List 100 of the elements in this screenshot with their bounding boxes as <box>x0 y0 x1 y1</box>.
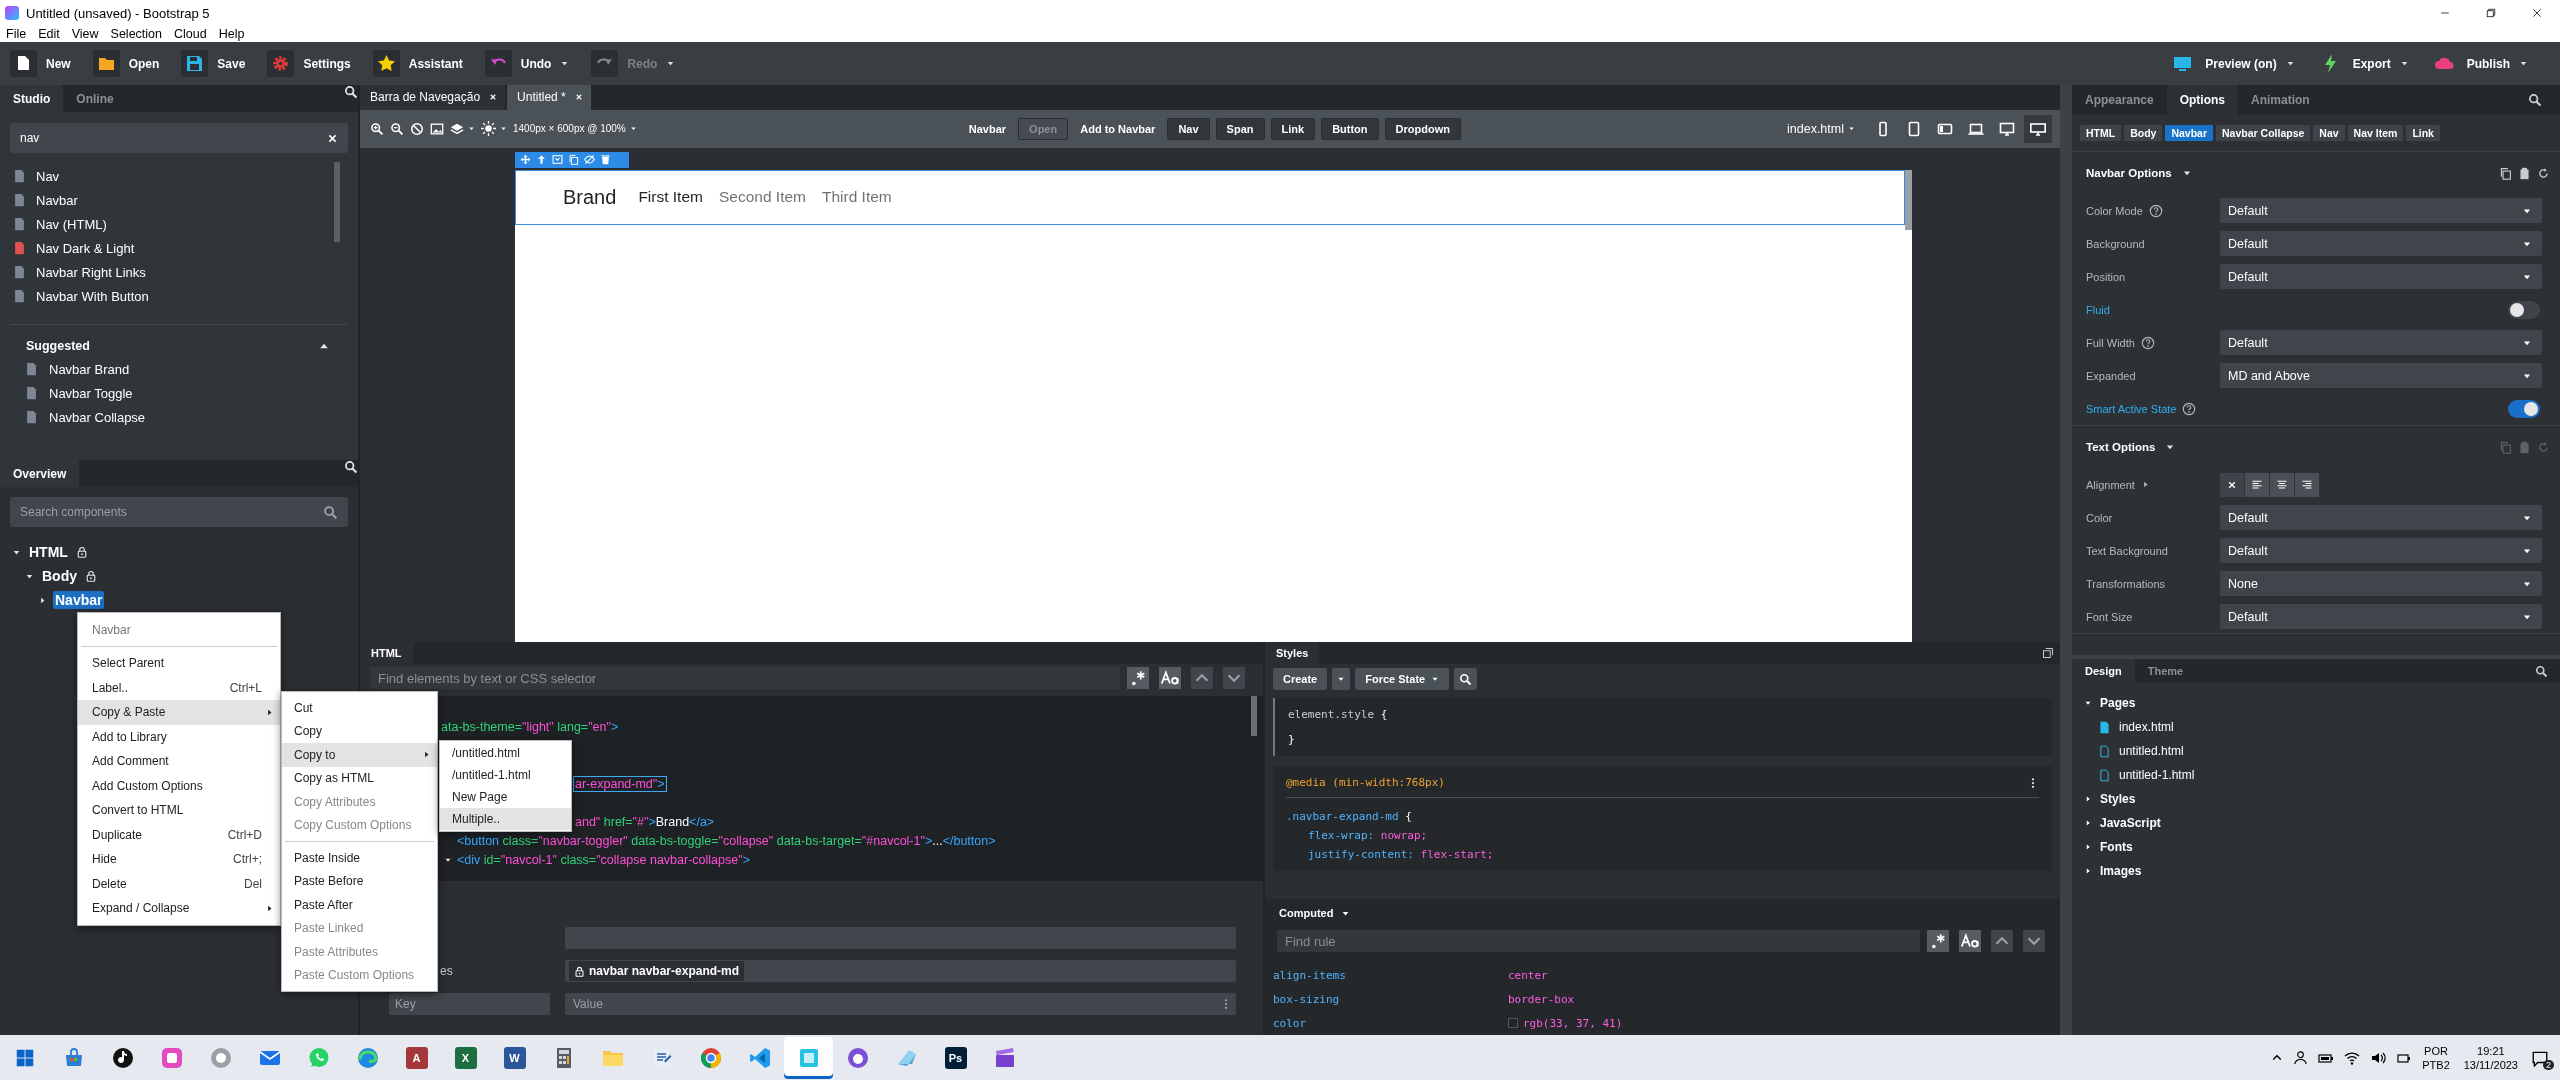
nav-link[interactable]: Second Item <box>710 188 814 207</box>
breadcrumb-item[interactable]: Link <box>2406 125 2440 141</box>
create-button[interactable]: Create <box>1273 668 1328 690</box>
panel-tab[interactable]: HTML <box>360 642 413 664</box>
component-item[interactable]: Navbar Brand <box>49 361 130 377</box>
collapse-arrow-icon[interactable] <box>38 595 47 605</box>
align-right-button[interactable] <box>2295 472 2319 497</box>
hidden-eye-icon[interactable] <box>584 154 595 166</box>
add-component-button[interactable]: Button <box>1321 117 1379 140</box>
next-icon[interactable] <box>2020 930 2048 952</box>
export-button[interactable]: Export <box>2316 48 2409 79</box>
select-field[interactable]: Default <box>2220 538 2542 563</box>
menu-item[interactable]: Copy as HTML <box>282 766 437 790</box>
expand-arrow-icon[interactable] <box>2165 442 2176 452</box>
menu-item[interactable]: Add Custom Options <box>78 773 280 798</box>
add-component-button[interactable]: Span <box>1215 117 1265 140</box>
value-field[interactable]: Value <box>565 993 1236 1015</box>
close-icon[interactable] <box>2531 7 2543 19</box>
breadcrumb-item[interactable]: HTML <box>2080 125 2122 141</box>
code-line[interactable]: <div id="navcol-1" class="collapse navbar-collapse"> <box>456 852 751 867</box>
menu-item[interactable]: View <box>71 27 99 41</box>
popout-icon[interactable] <box>2042 647 2054 659</box>
add-component-button[interactable]: Link <box>1270 117 1316 140</box>
menu-item[interactable]: Convert to HTML <box>78 798 280 823</box>
page-dropdown[interactable]: index.html <box>1787 121 1855 136</box>
menu-item[interactable]: Edit <box>38 27 60 41</box>
previous-icon[interactable] <box>1988 930 2016 952</box>
clear-button[interactable] <box>2220 472 2244 497</box>
collapse-arrow-icon[interactable] <box>2084 843 2092 851</box>
menu-item[interactable]: Copy to <box>282 743 437 767</box>
menu-item[interactable]: Select Parent <box>78 651 280 676</box>
menu-item[interactable]: Delete Del <box>78 871 280 896</box>
component-item[interactable]: Nav Dark & Light <box>36 240 135 256</box>
restore-icon[interactable] <box>2485 7 2497 19</box>
match-case-icon[interactable] <box>1956 930 1984 952</box>
next-icon[interactable] <box>1220 667 1248 689</box>
menu-item[interactable]: /untitled.html <box>440 742 571 764</box>
taskbar-button[interactable]: A <box>392 1036 441 1079</box>
key-field[interactable]: Key <box>389 993 550 1015</box>
page-item[interactable]: untitled-1.html <box>2119 768 2195 782</box>
theme-dropdown[interactable] <box>481 121 507 137</box>
classes-field[interactable]: navbar navbar-expand-md <box>565 960 1236 982</box>
menu-item[interactable]: Add Comment <box>78 749 280 774</box>
select-field[interactable]: Default <box>2220 330 2542 355</box>
align-center-button[interactable] <box>2270 472 2294 497</box>
taskbar-button[interactable]: Ps <box>931 1036 980 1079</box>
taskbar-button[interactable]: W <box>490 1036 539 1079</box>
zoom-out-icon[interactable] <box>390 121 404 136</box>
menu-item[interactable]: Paste Before <box>282 869 437 893</box>
save-button[interactable]: Save <box>181 48 246 79</box>
code-line[interactable]: and" href="#">Brand</a> <box>574 814 716 829</box>
expand-icon[interactable] <box>552 154 563 166</box>
help-icon[interactable] <box>2182 401 2197 416</box>
select-field[interactable]: MD and Above <box>2220 363 2542 388</box>
paste-icon[interactable] <box>2518 166 2531 180</box>
circle-slash-icon[interactable] <box>410 121 424 136</box>
component-item[interactable]: Navbar Right Links <box>36 264 146 280</box>
menu-item[interactable]: Help <box>218 27 245 41</box>
zoom-in-icon[interactable] <box>370 121 384 136</box>
class-tag[interactable]: navbar navbar-expand-md <box>569 961 745 981</box>
force-state-button[interactable]: Force State <box>1355 668 1450 690</box>
previous-icon[interactable] <box>1188 667 1216 689</box>
create-menu-button[interactable] <box>1332 668 1351 690</box>
assistant-button[interactable]: Assistant <box>372 48 463 79</box>
breadcrumb-item[interactable]: Navbar Collapse <box>2216 125 2311 141</box>
image-icon[interactable] <box>430 121 444 136</box>
component-item[interactable]: Navbar Collapse <box>49 409 146 425</box>
breadcrumb-item[interactable]: Nav <box>2313 125 2345 141</box>
menu-item[interactable]: Copy & Paste <box>78 700 280 725</box>
regex-icon[interactable] <box>1924 930 1952 952</box>
arrow-up-icon[interactable] <box>536 154 547 166</box>
clear-icon[interactable] <box>327 132 338 144</box>
panel-tab[interactable]: Animation <box>2238 85 2323 115</box>
menu-item[interactable]: Selection <box>110 27 162 41</box>
panel-tab[interactable]: Styles <box>1265 642 1320 664</box>
component-item[interactable]: Navbar Toggle <box>49 385 133 401</box>
breadcrumb-item[interactable]: Navbar <box>2165 125 2214 141</box>
code-line[interactable]: <button class="navbar-toggler" data-bs-toggle="collapse" data-bs-target="#navcol-1">...</button> <box>456 833 997 848</box>
document-tab[interactable]: Untitled * <box>507 85 591 110</box>
tree-item[interactable]: Navbar <box>53 591 105 609</box>
menu-item[interactable]: Cloud <box>174 27 207 41</box>
navbar[interactable]: Brand First Item Second Item Third Item <box>515 169 1905 225</box>
menu-item[interactable]: /untitled-1.html <box>440 764 571 786</box>
menu-item[interactable]: Add to Library <box>78 724 280 749</box>
tree-item[interactable]: Pages <box>2100 696 2136 710</box>
navbar-brand[interactable]: Brand <box>563 185 617 209</box>
preview-button[interactable]: Preview (on) <box>2169 48 2295 79</box>
panel-tab[interactable]: Online <box>63 85 127 112</box>
component-item[interactable]: Navbar <box>36 192 78 208</box>
select-field[interactable]: Default <box>2220 198 2542 223</box>
select-field[interactable]: Default <box>2220 604 2542 629</box>
find-field[interactable]: Find rule <box>1277 930 1920 952</box>
help-icon[interactable] <box>2140 335 2155 350</box>
tree-item[interactable]: Body <box>40 567 79 585</box>
select-field[interactable]: Default <box>2220 264 2542 289</box>
match-case-icon[interactable] <box>1156 667 1184 689</box>
menu-item[interactable]: Multiple.. <box>440 808 571 830</box>
search-icon[interactable] <box>344 460 358 474</box>
menu-item[interactable]: Paste After <box>282 893 437 917</box>
add-component-button[interactable]: Nav <box>1167 117 1210 140</box>
